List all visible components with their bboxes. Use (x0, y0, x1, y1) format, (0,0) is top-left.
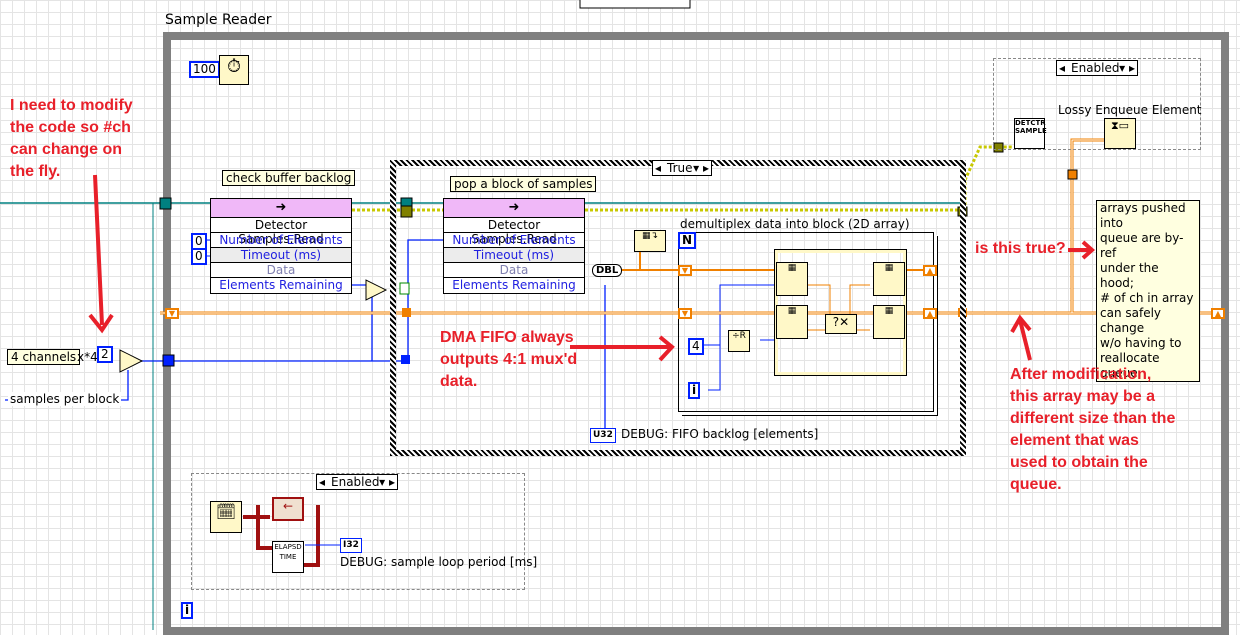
loop-period-indicator: I32 (340, 538, 362, 553)
case-selector[interactable]: True (652, 160, 712, 176)
annotation-dma: DMA FIFO always outputs 4:1 mux'd data. (440, 329, 578, 390)
shift-register-left: ▼ (165, 308, 179, 319)
samples-per-block-label: samples per block (8, 392, 122, 406)
index-array-icon: ▦ (776, 262, 808, 296)
auto-index-tunnel: ▼ (678, 265, 692, 276)
disable-selector[interactable]: Enabled (316, 474, 398, 490)
property-node-header: ➜ (211, 199, 351, 218)
wait-constant[interactable]: 100 (189, 61, 220, 78)
detector-sample-typedef: DETCTR SAMPLE (1014, 118, 1047, 149)
loop-iteration-terminal: i (181, 602, 194, 619)
count-terminal[interactable]: N (678, 232, 697, 249)
annotation-after: After modification, this array may be a di… (1010, 366, 1176, 493)
output-tunnel: ▲ (923, 265, 937, 276)
shift-register-right: ▲ (1211, 308, 1225, 319)
to-double-conversion[interactable]: DBL (592, 264, 623, 277)
queue-comment: arrays pushed into queue are by-ref under … (1096, 200, 1200, 382)
replace-array-icon: ▦ (873, 305, 905, 339)
metronome-icon: ⏱ (219, 55, 249, 85)
shift-tunnel: ▼ (678, 308, 692, 319)
greater-equal-icon (365, 279, 388, 301)
swap-values-icon: ?✕ (825, 314, 857, 334)
quotient-remainder-icon: ÷R (728, 330, 750, 352)
property-node-header: ➜ (444, 199, 584, 218)
scale-power-of-2-icon (119, 349, 144, 373)
tick-count-icon: 🗓 (210, 501, 242, 533)
feedback-node-icon: ← (272, 497, 304, 521)
loop-title: Sample Reader (165, 12, 272, 28)
fifo-backlog-indicator: U32 (590, 428, 616, 443)
annotation-question: is this true? (975, 240, 1066, 257)
enqueue-label: Lossy Enqueue Element (1058, 103, 1202, 117)
comment-check-backlog: check buffer backlog (222, 170, 356, 186)
index-array-icon: ▦ (776, 305, 808, 339)
array-size-icon: ▦↴ (634, 230, 666, 252)
channels-label: 4 channels (7, 349, 81, 365)
lossy-enqueue-icon[interactable]: ⧗▭ (1104, 118, 1136, 149)
enqueue-disable-selector[interactable]: Enabled (1056, 60, 1138, 76)
comment-pop-block: pop a block of samples (450, 176, 597, 192)
elapsed-time-icon: ELAPSD TIME (272, 541, 304, 573)
read-node-backlog[interactable]: ➜ Detector Samples.Read Number of Elemen… (210, 198, 352, 294)
multiplier-label: x*4 (77, 350, 98, 364)
output-tunnel: ▲ (923, 308, 937, 319)
channels-constant[interactable]: 2 (97, 346, 113, 363)
replace-array-icon: ▦ (873, 262, 905, 296)
annotation-modify: I need to modify the code so #ch can chang… (10, 97, 133, 180)
for-loop-label: demultiplex data into block (2D array) (680, 217, 910, 231)
read-node-pop[interactable]: ➜ Detector Samples.Read Number of Elemen… (443, 198, 585, 294)
timeout-constant[interactable]: 0 (191, 248, 207, 265)
divisor-constant[interactable]: 4 (688, 338, 704, 355)
loop-period-label: DEBUG: sample loop period [ms] (340, 555, 538, 569)
iteration-terminal: i (688, 382, 701, 399)
fifo-backlog-label: DEBUG: FIFO backlog [elements] (621, 427, 819, 441)
